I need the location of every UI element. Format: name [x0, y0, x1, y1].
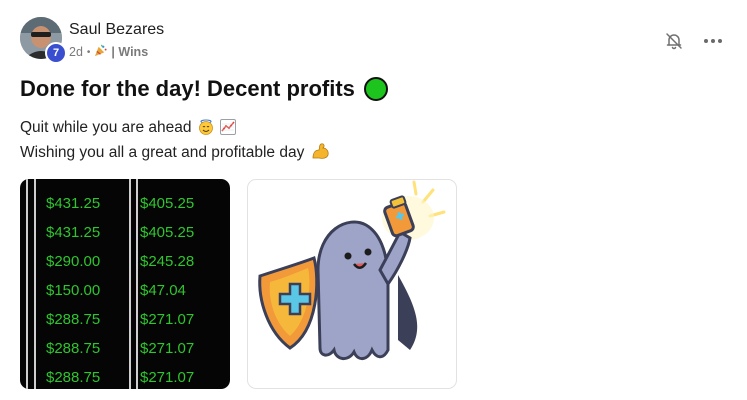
table-divider	[34, 179, 36, 389]
price-cell-col1: $288.75	[46, 311, 101, 328]
body-line-2-text: Wishing you all a great and profitable d…	[20, 144, 305, 161]
post-category[interactable]: | Wins	[111, 45, 148, 59]
price-cell-col1: $431.25	[46, 195, 101, 212]
more-options-icon[interactable]	[702, 30, 724, 50]
author-avatar[interactable]: 7	[20, 17, 67, 64]
price-cell-col2: $405.25	[140, 224, 195, 241]
price-table: $431.25 $431.25 $290.00 $150.00 $288.75 $288.…	[20, 179, 230, 389]
ghost-shield-sticker-illustration	[258, 180, 446, 360]
price-cell-col2: $271.07	[140, 369, 195, 386]
attachment-image-sticker[interactable]	[247, 179, 457, 389]
attachment-image-prices[interactable]: $431.25 $431.25 $290.00 $150.00 $288.75 $288.…	[20, 179, 230, 389]
bell-muted-icon[interactable]	[664, 31, 684, 51]
level-badge: 7	[45, 42, 67, 64]
post-meta: 2d • | Wins	[69, 44, 148, 60]
party-popper-icon	[94, 44, 107, 60]
flexed-biceps-icon	[311, 142, 331, 160]
table-divider	[129, 179, 131, 389]
price-cell-col1: $290.00	[46, 253, 101, 270]
meta-separator: •	[86, 46, 91, 58]
price-cell-col1: $288.75	[46, 369, 101, 386]
smiling-halo-face-icon	[198, 119, 214, 135]
body-line-1: Quit while you are ahead	[20, 119, 237, 137]
price-cell-col2: $271.07	[140, 340, 195, 357]
green-circle-icon	[363, 77, 388, 101]
price-cell-col2: $47.04	[140, 282, 186, 299]
post-time: 2d	[69, 45, 83, 59]
author-name[interactable]: Saul Bezares	[69, 21, 164, 39]
price-cell-col2: $271.07	[140, 311, 195, 328]
chart-increasing-icon	[220, 119, 237, 135]
price-cell-col1: $431.25	[46, 224, 101, 241]
post-title[interactable]: Done for the day! Decent profits	[20, 76, 388, 102]
post-card: 7 Saul Bezares 2d • | Wins Done for the …	[0, 0, 747, 400]
table-divider	[26, 179, 28, 389]
price-cell-col2: $245.28	[140, 253, 195, 270]
body-line-1-text: Quit while you are ahead	[20, 119, 192, 136]
table-divider	[136, 179, 138, 389]
price-cell-col2: $405.25	[140, 195, 195, 212]
price-cell-col1: $288.75	[46, 340, 101, 357]
price-cell-col1: $150.00	[46, 282, 101, 299]
body-line-2: Wishing you all a great and profitable d…	[20, 142, 331, 162]
post-title-text: Done for the day! Decent profits	[20, 76, 355, 101]
